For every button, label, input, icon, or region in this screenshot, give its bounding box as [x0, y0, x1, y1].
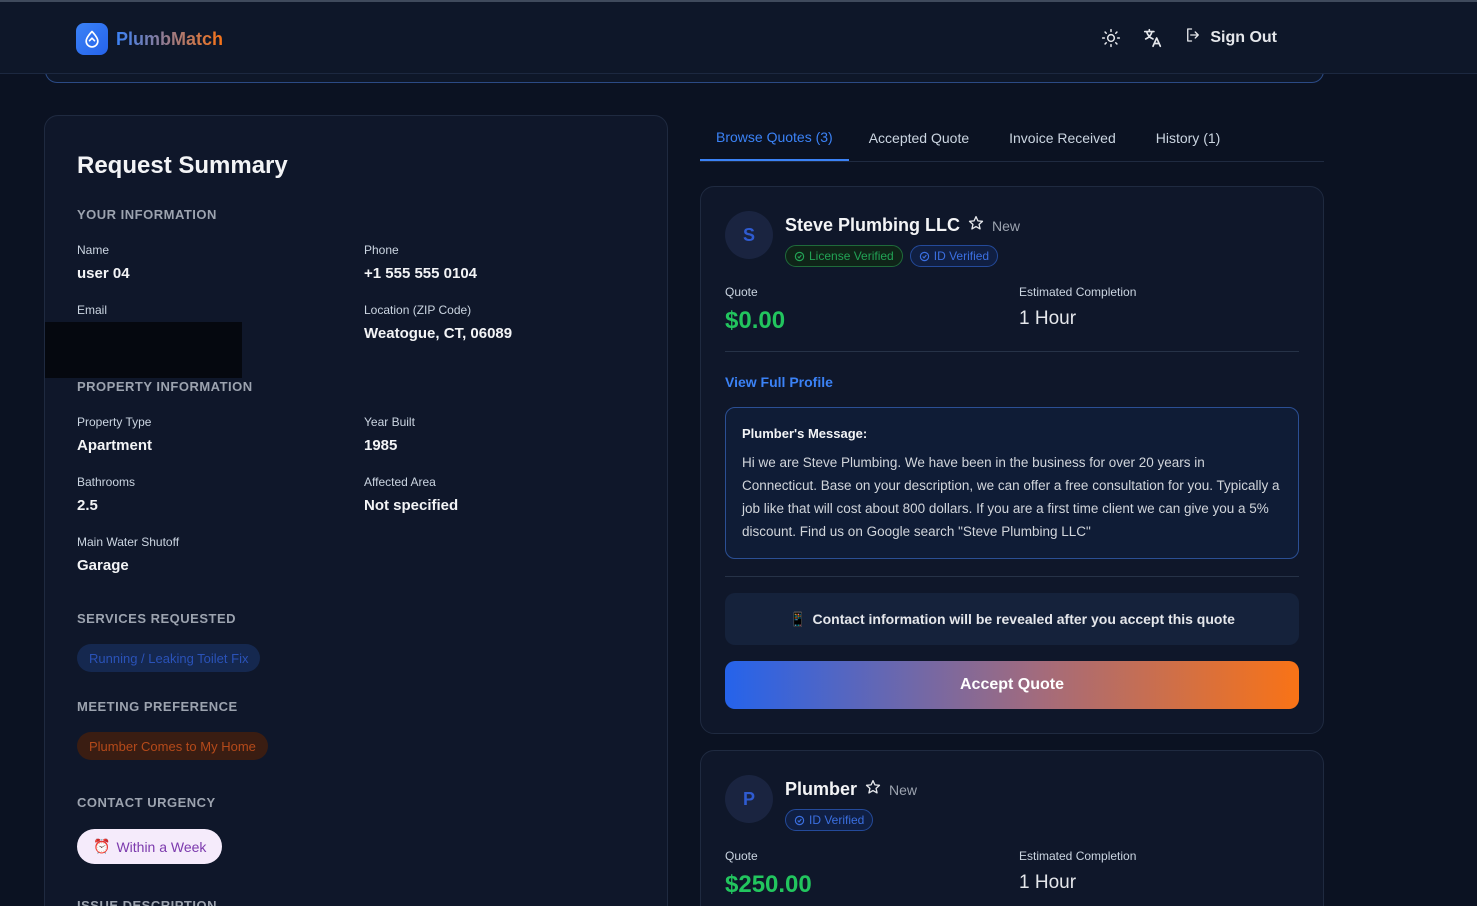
- theme-toggle-icon[interactable]: [1100, 27, 1122, 49]
- id-verified-label: ID Verified: [933, 249, 990, 263]
- water-shutoff-value: Garage: [77, 557, 129, 574]
- estimated-completion-label: Estimated Completion: [1019, 849, 1137, 863]
- estimated-completion-value: 1 Hour: [1019, 308, 1077, 329]
- brand-name: PlumbMatch: [116, 28, 224, 49]
- summary-title: Request Summary: [77, 152, 288, 179]
- quote-card: P Plumber New ID Verified Quote $250.00 …: [700, 750, 1324, 906]
- phone-label: Phone: [364, 243, 399, 257]
- estimated-completion-value: 1 Hour: [1019, 872, 1077, 893]
- translate-icon[interactable]: [1142, 27, 1164, 49]
- tab-invoice-received[interactable]: Invoice Received: [989, 115, 1136, 161]
- water-drop-icon: [76, 23, 108, 55]
- affected-area-value: Not specified: [364, 497, 459, 514]
- bathrooms-value: 2.5: [77, 497, 98, 514]
- bathrooms-label: Bathrooms: [77, 475, 136, 489]
- location-label: Location (ZIP Code): [364, 303, 472, 317]
- meeting-preference-heading: MEETING PREFERENCE: [77, 699, 238, 714]
- year-built-label: Year Built: [364, 415, 415, 429]
- property-type-value: Apartment: [77, 437, 153, 454]
- property-information-heading: PROPERTY INFORMATION: [77, 379, 253, 394]
- request-summary-card: Request Summary YOUR INFORMATION Name us…: [44, 115, 668, 906]
- message-title: Plumber's Message:: [742, 426, 868, 441]
- urgency-chip: ⏰ Within a Week: [77, 829, 223, 864]
- services-requested-heading: SERVICES REQUESTED: [77, 611, 237, 626]
- year-built-value: 1985: [364, 437, 398, 454]
- quote-price: $0.00: [725, 307, 786, 334]
- quote-label: Quote: [725, 849, 758, 863]
- plumber-name: Plumber: [785, 779, 858, 799]
- app-header: PlumbMatch Sign Out: [0, 2, 1477, 74]
- id-verified-badge: ID Verified: [909, 245, 999, 267]
- quote-tabs: Browse Quotes (3) Accepted Quote Invoice…: [700, 115, 1324, 162]
- message-body: Hi we are Steve Plumbing. We have been i…: [742, 455, 1280, 539]
- name-value: user 04: [77, 265, 130, 282]
- accept-quote-button[interactable]: Accept Quote: [725, 661, 1299, 709]
- license-verified-badge: License Verified: [785, 245, 903, 267]
- sign-out-label: Sign Out: [1210, 28, 1277, 46]
- water-shutoff-label: Main Water Shutoff: [77, 535, 180, 549]
- quote-price: $250.00: [725, 871, 812, 898]
- sign-out-icon: [1184, 26, 1202, 49]
- divider: [725, 351, 1299, 352]
- star-icon[interactable]: [968, 215, 984, 236]
- contact-info-notice-text: Contact information will be revealed aft…: [812, 611, 1235, 627]
- contact-info-notice: 📱 Contact information will be revealed a…: [725, 593, 1299, 645]
- sign-out-button[interactable]: Sign Out: [1184, 26, 1277, 49]
- plumber-name: Steve Plumbing LLC: [785, 215, 961, 235]
- avatar: P: [725, 775, 773, 823]
- brand-logo[interactable]: PlumbMatch: [76, 23, 223, 55]
- tab-browse-quotes[interactable]: Browse Quotes (3): [700, 115, 849, 161]
- avatar: S: [725, 211, 773, 259]
- quote-card: S Steve Plumbing LLC New License Verifie…: [700, 186, 1324, 734]
- estimated-completion-label: Estimated Completion: [1019, 285, 1137, 299]
- status-badge: New: [992, 217, 1021, 234]
- urgency-chip-label: Within a Week: [116, 838, 207, 855]
- divider: [725, 576, 1299, 577]
- issue-description-heading: ISSUE DESCRIPTION: [77, 898, 217, 906]
- location-value: Weatogue, CT, 06089: [364, 325, 513, 342]
- star-icon[interactable]: [865, 779, 881, 800]
- tab-history[interactable]: History (1): [1136, 115, 1241, 161]
- redacted-email: [45, 322, 242, 378]
- property-type-label: Property Type: [77, 415, 152, 429]
- phone-value: +1 555 555 0104: [364, 265, 478, 282]
- id-verified-label: ID Verified: [809, 813, 865, 827]
- view-full-profile-link[interactable]: View Full Profile: [725, 374, 833, 390]
- check-circle-icon: [794, 815, 805, 825]
- quote-label: Quote: [725, 285, 758, 299]
- meeting-preference-chip: Plumber Comes to My Home: [77, 732, 268, 760]
- license-verified-label: License Verified: [809, 249, 894, 263]
- alarm-clock-icon: ⏰: [93, 838, 111, 854]
- email-label: Email: [77, 303, 108, 317]
- tab-accepted-quote[interactable]: Accepted Quote: [849, 115, 989, 161]
- plumber-message-box: Plumber's Message: Hi we are Steve Plumb…: [725, 407, 1299, 559]
- check-circle-icon: [794, 251, 805, 261]
- status-badge: New: [889, 781, 918, 798]
- id-verified-badge: ID Verified: [785, 809, 874, 831]
- name-label: Name: [77, 243, 110, 257]
- phone-icon: 📱: [789, 610, 807, 627]
- check-circle-icon: [919, 251, 929, 261]
- contact-urgency-heading: CONTACT URGENCY: [77, 795, 216, 810]
- affected-area-label: Affected Area: [364, 475, 436, 489]
- service-chip: Running / Leaking Toilet Fix: [77, 644, 261, 672]
- your-information-heading: YOUR INFORMATION: [77, 207, 217, 222]
